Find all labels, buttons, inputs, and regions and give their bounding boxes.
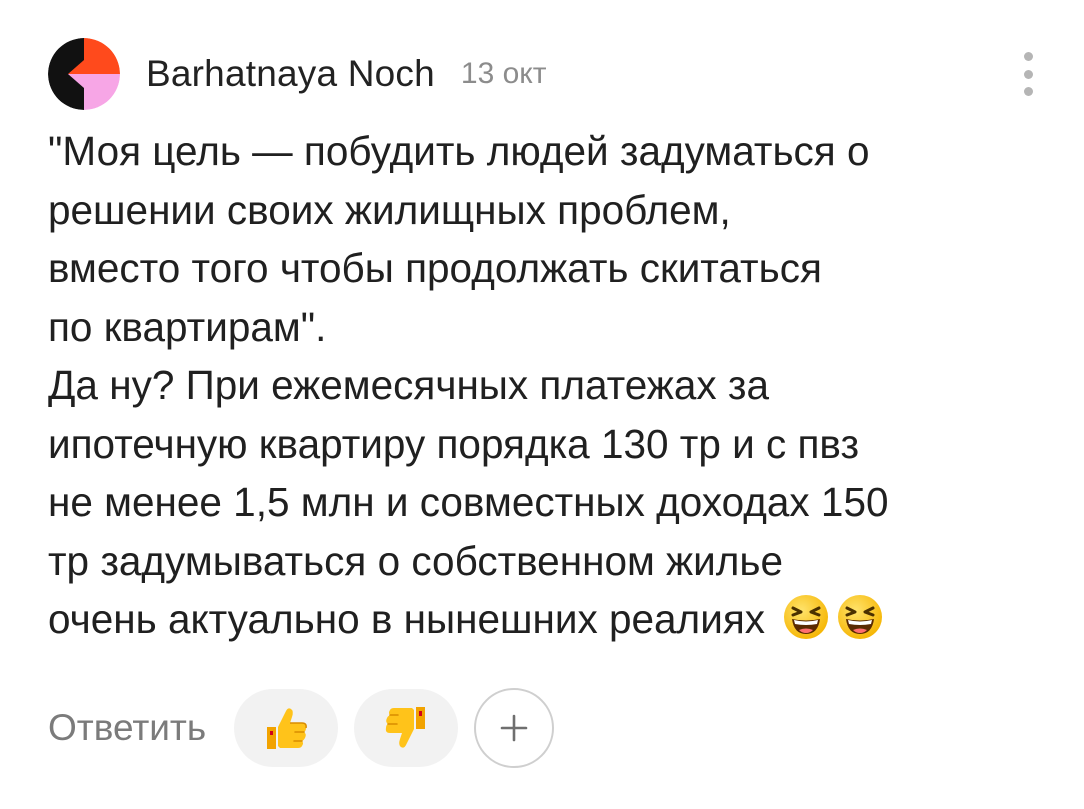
plus-icon: [496, 710, 532, 746]
comment-text-line: тр задумываться о собственном жилье: [48, 537, 784, 584]
laughing-face-emoji: [836, 593, 884, 641]
comment-text-line: "Моя цель — побудить людей задуматься о: [48, 128, 870, 174]
author-name[interactable]: Barhatnaya Noch: [146, 53, 435, 95]
comment-actions: Ответить: [48, 686, 555, 770]
reply-button[interactable]: Ответить: [48, 707, 206, 749]
laughing-face-emoji: [782, 593, 830, 641]
comment-text-line: решении своих жилищных проблем,: [48, 186, 731, 233]
comment-text-line: очень актуально в нынешних реалиях: [48, 596, 765, 642]
comment-text-line: ипотечную квартиру порядка 130 тр и с пв…: [48, 420, 860, 467]
add-reaction-button[interactable]: [474, 688, 555, 768]
thumbs-up-icon: [259, 701, 313, 755]
comment-text: "Моя цель — побудить людей задуматься о …: [48, 122, 1038, 649]
comment-last-line: очень актуально в нынешних реалиях: [48, 590, 1038, 649]
comment-text-line: Да ну? При ежемесячных платежах за: [48, 362, 769, 408]
comment-text-line: по квартирам".: [48, 303, 327, 350]
thumbs-down-icon: [379, 701, 433, 755]
comment-card: Barhatnaya Noch 13 окт "Моя цель — побуд…: [0, 0, 1084, 809]
author-avatar[interactable]: [48, 38, 120, 110]
comment-text-line: вместо того чтобы продолжать скитаться: [48, 245, 822, 291]
like-button[interactable]: [234, 689, 339, 767]
comment-text-line: не менее 1,5 млн и совместных доходах 15…: [48, 479, 889, 525]
comment-date: 13 окт: [460, 57, 547, 90]
dislike-button[interactable]: [354, 689, 459, 767]
comment-header: Barhatnaya Noch 13 окт: [48, 38, 1038, 110]
more-vertical-icon[interactable]: [1018, 52, 1038, 96]
